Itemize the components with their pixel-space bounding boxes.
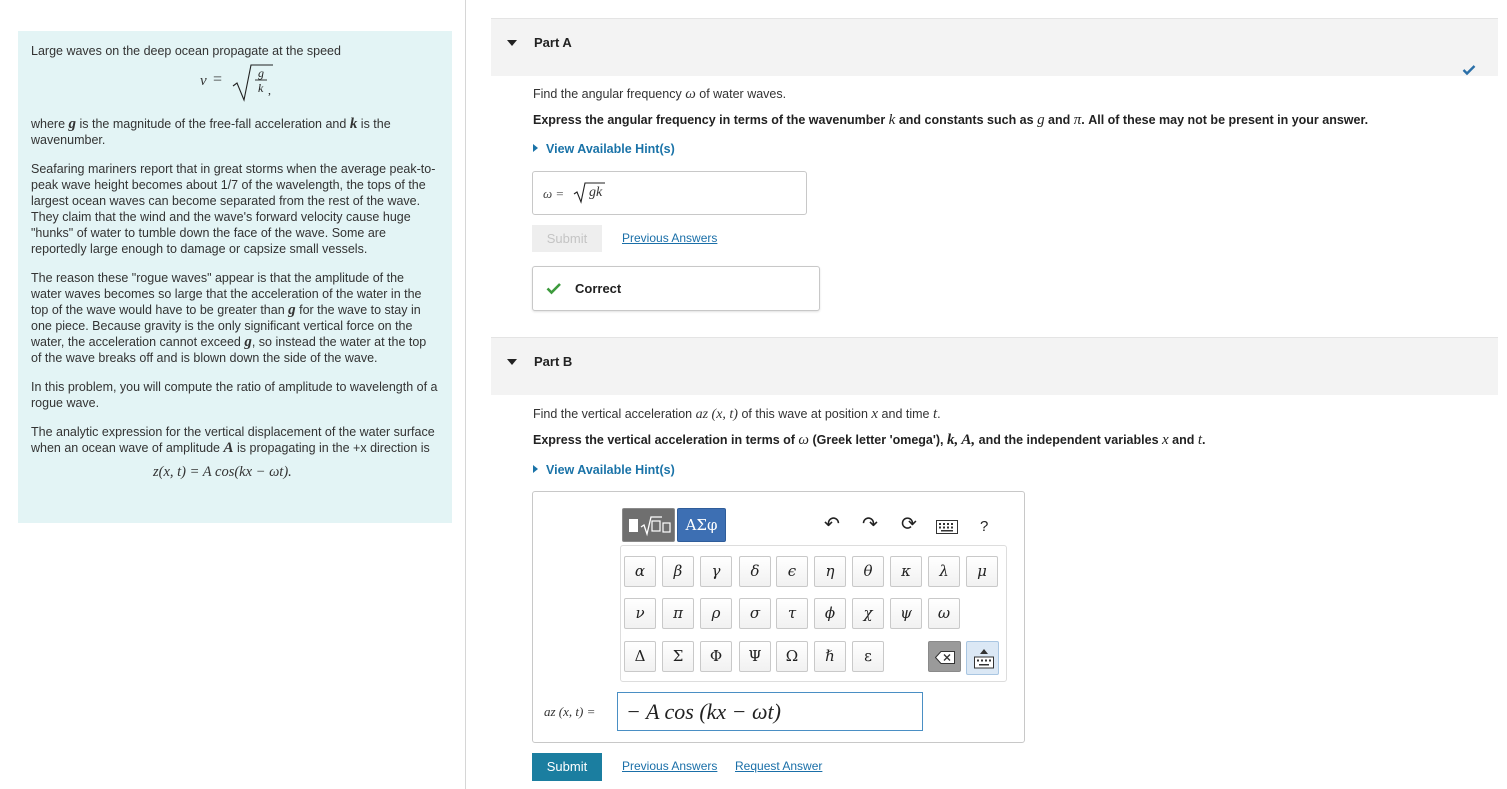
rogue-paragraph: The reason these "rogue waves" appear is… bbox=[31, 271, 427, 365]
keyboard-toggle-key[interactable] bbox=[966, 641, 999, 675]
collapse-caret-icon[interactable] bbox=[507, 40, 517, 46]
part-a-question: Find the angular frequency ω of water wa… bbox=[533, 86, 787, 102]
correct-check-icon bbox=[546, 283, 561, 295]
collapse-caret-icon[interactable] bbox=[507, 359, 517, 365]
part-a-answer-label: ω = bbox=[543, 186, 565, 201]
greek-key[interactable]: α bbox=[624, 556, 656, 587]
part-a-feedback: Correct bbox=[532, 266, 820, 311]
keyboard-up-icon bbox=[974, 649, 994, 669]
undo-icon[interactable]: ↶ bbox=[820, 513, 844, 536]
greek-key[interactable]: κ bbox=[890, 556, 922, 587]
part-b-header[interactable]: Part B bbox=[491, 337, 1498, 395]
part-a-title: Part A bbox=[534, 35, 572, 50]
greek-key[interactable]: θ bbox=[852, 556, 884, 587]
part-b-answer-label: az (x, t) = bbox=[544, 704, 596, 719]
displacement-equation: z(x, t) = A cos(kx − ωt). bbox=[153, 464, 292, 480]
help-button[interactable]: ? bbox=[980, 518, 988, 535]
fraction-template-icon bbox=[629, 516, 671, 537]
greek-key[interactable]: γ bbox=[700, 556, 732, 587]
part-a-instruction: Express the angular frequency in terms o… bbox=[533, 112, 1369, 128]
svg-text:,: , bbox=[268, 83, 271, 97]
part-a-submit-button[interactable]: Submit bbox=[532, 225, 602, 252]
greek-key[interactable]: Σ bbox=[662, 641, 694, 672]
greek-symbols-button[interactable]: ΑΣφ bbox=[677, 508, 726, 542]
check-complete-icon bbox=[1462, 65, 1476, 76]
part-a-answer-value: gk bbox=[589, 185, 603, 200]
greek-key[interactable]: ϵ bbox=[776, 556, 808, 587]
greek-key[interactable]: ϕ bbox=[814, 598, 846, 629]
reset-icon[interactable]: ⟳ bbox=[897, 513, 921, 536]
part-a-feedback-label: Correct bbox=[575, 281, 622, 296]
greek-key[interactable]: Ω bbox=[776, 641, 808, 672]
greek-key[interactable]: ψ bbox=[890, 598, 922, 629]
greek-key[interactable]: Δ bbox=[624, 641, 656, 672]
backspace-key[interactable] bbox=[928, 641, 961, 672]
column-divider bbox=[465, 0, 466, 789]
keyboard-icon[interactable] bbox=[936, 520, 958, 534]
greek-key[interactable]: σ bbox=[739, 598, 771, 629]
redo-icon[interactable]: ↷ bbox=[858, 513, 882, 536]
greek-key[interactable]: μ bbox=[966, 556, 998, 587]
greek-key[interactable]: ℏ bbox=[814, 641, 846, 672]
mariners-paragraph: Seafaring mariners report that in great … bbox=[31, 162, 436, 256]
greek-key[interactable]: ρ bbox=[700, 598, 732, 629]
greek-key[interactable]: τ bbox=[776, 598, 808, 629]
templates-button[interactable] bbox=[622, 508, 675, 542]
greek-key[interactable]: β bbox=[662, 556, 694, 587]
greek-key[interactable]: Ψ bbox=[739, 641, 771, 672]
problem-statement: Large waves on the deep ocean propagate … bbox=[18, 31, 452, 523]
part-b-hint-link[interactable]: View Available Hint(s) bbox=[533, 463, 675, 477]
greek-key[interactable]: λ bbox=[928, 556, 960, 587]
part-b-instruction: Express the vertical acceleration in ter… bbox=[533, 432, 1206, 448]
greek-key[interactable]: π bbox=[662, 598, 694, 629]
part-b-title: Part B bbox=[534, 354, 573, 369]
part-b-question: Find the vertical acceleration az (x, t)… bbox=[533, 406, 941, 422]
greek-key[interactable]: ε bbox=[852, 641, 884, 672]
speed-lhs: v bbox=[200, 73, 207, 89]
greek-key[interactable]: χ bbox=[852, 598, 884, 629]
greek-key[interactable]: Φ bbox=[700, 641, 732, 672]
part-a-previous-answers-link[interactable]: Previous Answers bbox=[622, 231, 717, 245]
part-b-previous-answers-link[interactable]: Previous Answers bbox=[622, 759, 717, 773]
speed-equation: v = g k , bbox=[31, 61, 438, 105]
expand-triangle-icon bbox=[533, 144, 538, 152]
greek-key[interactable]: δ bbox=[739, 556, 771, 587]
part-a-header[interactable]: Part A bbox=[491, 18, 1498, 76]
problem-intro: Large waves on the deep ocean propagate … bbox=[31, 44, 341, 58]
compute-paragraph: In this problem, you will compute the ra… bbox=[31, 380, 438, 410]
greek-key[interactable]: ω bbox=[928, 598, 960, 629]
analytic-paragraph: The analytic expression for the vertical… bbox=[31, 425, 435, 456]
greek-key[interactable]: ν bbox=[624, 598, 656, 629]
part-b-answer-value: − A cos (kx − ωt) bbox=[626, 699, 781, 724]
greek-key[interactable]: η bbox=[814, 556, 846, 587]
sqrt-g-over-k-icon: g k , bbox=[232, 64, 273, 102]
part-a-answer-box[interactable]: ω = gk bbox=[532, 171, 807, 215]
where-text: where g is the magnitude of the free-fal… bbox=[31, 116, 391, 147]
part-b-request-answer-link[interactable]: Request Answer bbox=[735, 759, 822, 773]
expand-triangle-icon bbox=[533, 465, 538, 473]
backspace-icon bbox=[935, 651, 955, 664]
part-b-answer-input[interactable]: − A cos (kx − ωt) bbox=[617, 692, 923, 731]
part-a-hint-link[interactable]: View Available Hint(s) bbox=[533, 142, 675, 156]
part-b-submit-button[interactable]: Submit bbox=[532, 753, 602, 781]
svg-text:g: g bbox=[258, 66, 264, 80]
svg-text:k: k bbox=[258, 81, 264, 95]
